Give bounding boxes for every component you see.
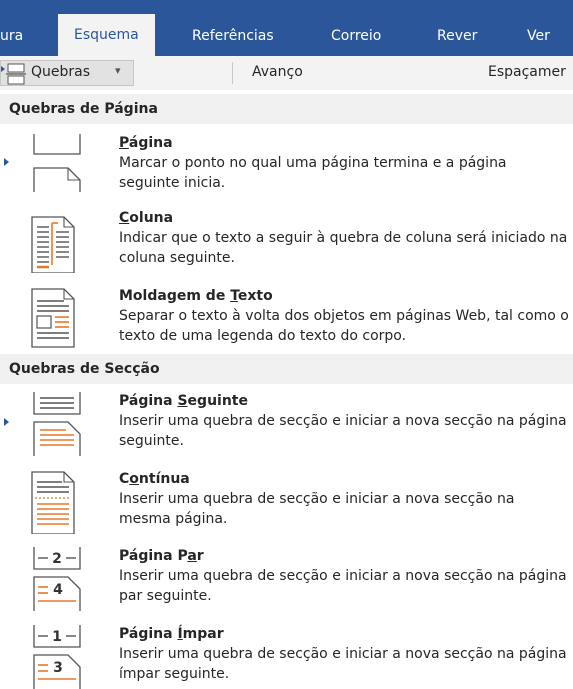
chevron-down-icon: ▾ [115, 64, 121, 77]
page-break-icon [33, 134, 81, 192]
menu-item-title: Coluna [119, 210, 174, 226]
tab-mailings[interactable]: Correio [331, 16, 381, 56]
ribbon-tab-bar: ura Esquema Referências Correio Rever Ve… [0, 0, 573, 56]
odd-page-section-icon: 1 3 [33, 625, 81, 689]
section-header-section-breaks: Quebras de Secção [0, 354, 573, 384]
tab-insert-partial[interactable]: ura [0, 16, 23, 56]
even-page-section-icon: 2 4 [33, 547, 81, 611]
menu-item-page-break[interactable]: Página Marcar o ponto no qual uma página… [0, 134, 573, 200]
breaks-icon [1, 63, 26, 85]
menu-item-odd-page-section[interactable]: 1 3 Página Ímpar Inserir uma quebra de s… [0, 625, 573, 689]
odd-page-bottom-number: 3 [53, 660, 63, 676]
tab-view[interactable]: Ver [527, 16, 550, 56]
menu-item-description: Indicar que o texto a seguir à quebra de… [119, 230, 568, 266]
menu-item-title: Página Par [119, 548, 204, 564]
next-page-section-icon [33, 392, 81, 456]
spacing-label: Espaçamer [488, 64, 566, 80]
ribbon-toolbar: Quebras ▾ Avanço Espaçamer [0, 56, 573, 91]
menu-item-description: Inserir uma quebra de secção e iniciar a… [119, 491, 515, 527]
menu-item-title: Página Seguinte [119, 393, 248, 409]
toolbar-divider [232, 62, 233, 84]
text-wrapping-icon [31, 288, 75, 348]
odd-page-top-number: 1 [52, 629, 62, 645]
menu-item-next-page-section[interactable]: Página Seguinte Inserir uma quebra de se… [0, 392, 573, 460]
menu-item-description: Separar o texto à volta dos objetos em p… [119, 308, 569, 344]
menu-item-description: Inserir uma quebra de secção e iniciar a… [119, 568, 567, 604]
breaks-label: Quebras [31, 64, 91, 80]
breaks-button[interactable]: Quebras ▾ [0, 60, 134, 86]
menu-item-text-wrapping-break[interactable]: Moldagem de Texto Separar o texto à volt… [0, 287, 573, 355]
menu-item-description: Inserir uma quebra de secção e iniciar a… [119, 413, 567, 449]
menu-item-title: Página Ímpar [119, 626, 224, 642]
menu-item-title: Moldagem de Texto [119, 288, 273, 304]
menu-item-title: Página [119, 135, 173, 151]
advance-label: Avanço [252, 64, 303, 80]
menu-item-continuous-section[interactable]: Contínua Inserir uma quebra de secção e … [0, 470, 573, 538]
menu-item-title: Contínua [119, 471, 190, 487]
even-page-top-number: 2 [52, 551, 62, 567]
menu-item-description: Marcar o ponto no qual uma página termin… [119, 155, 507, 191]
section-header-page-breaks: Quebras de Página [0, 94, 573, 124]
menu-item-column-break[interactable]: Coluna Indicar que o texto a seguir à qu… [0, 209, 573, 277]
menu-item-description: Inserir uma quebra de secção e iniciar a… [119, 646, 567, 682]
even-page-bottom-number: 4 [53, 582, 63, 598]
breaks-dropdown-menu: Quebras de Página Página Marcar o ponto … [0, 90, 573, 689]
arrow-marker-icon [4, 418, 9, 426]
arrow-marker-icon [4, 158, 9, 166]
menu-item-even-page-section[interactable]: 2 4 Página Par Inserir uma quebra de sec… [0, 547, 573, 615]
tab-layout[interactable]: Esquema [58, 14, 155, 56]
continuous-section-icon [31, 471, 75, 534]
tab-references[interactable]: Referências [192, 16, 274, 56]
column-break-icon [31, 216, 75, 273]
tab-review[interactable]: Rever [437, 16, 477, 56]
